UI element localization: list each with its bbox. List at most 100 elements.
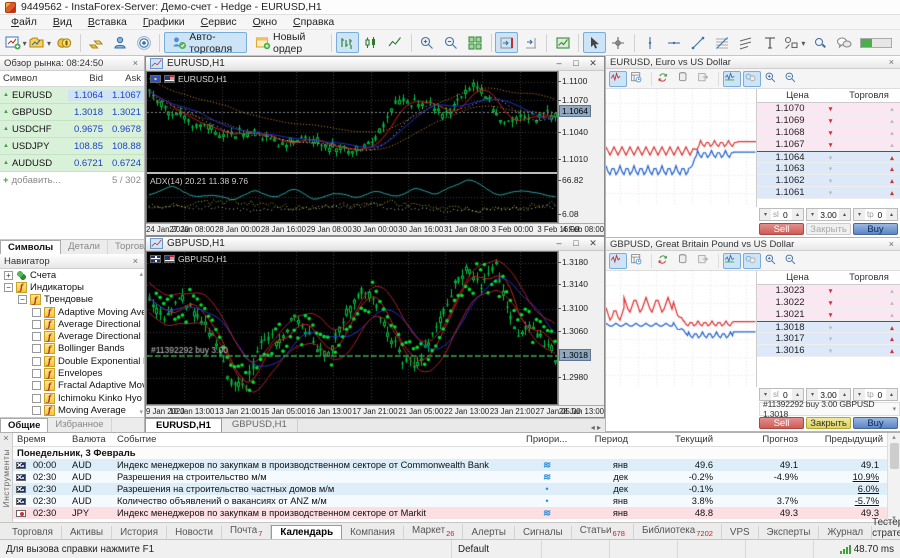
close-icon[interactable]: × xyxy=(131,59,140,68)
zoom-out-button[interactable] xyxy=(440,32,463,53)
close-position-button[interactable]: Закрыть xyxy=(806,223,851,235)
toolbox-tab[interactable]: Торговля xyxy=(4,526,62,539)
sell-chevron-icon[interactable]: ▾ xyxy=(823,299,838,307)
market-watch-row[interactable]: GBPUSD 1.3018 1.3021 xyxy=(0,104,144,121)
menu-item[interactable]: Справка xyxy=(285,16,342,28)
buy-chevron-icon[interactable]: ▴ xyxy=(884,287,900,295)
sell-chevron-icon[interactable]: ▾ xyxy=(823,105,838,113)
tree-item[interactable]: Moving Average xyxy=(0,404,144,416)
calendar-scrollbar[interactable]: ▴ ▾ xyxy=(887,433,900,522)
tree-item[interactable]: Double Exponential Moving Average xyxy=(0,355,144,367)
tree-item-label[interactable]: Ichimoku Kinko Hyo xyxy=(58,393,142,404)
gbpusd-time-axis[interactable]: 9 Jan 202010 Jan 13:0013 Jan 21:0015 Jan… xyxy=(146,405,604,417)
toolbox-tab[interactable]: Календарь xyxy=(271,525,342,539)
ladder-price[interactable]: 1.3023 xyxy=(757,285,823,296)
gbpusd-chart-canvas[interactable]: GBPUSD,H1 xyxy=(146,251,558,405)
payments-button[interactable] xyxy=(84,32,107,53)
depth-mode-button[interactable] xyxy=(676,71,694,87)
refresh-button[interactable] xyxy=(656,71,674,87)
toolbox-tab[interactable]: Журнал xyxy=(819,526,872,539)
tree-item[interactable]: Adaptive Moving Average xyxy=(0,306,144,318)
calendar-event-row[interactable]: 00:00 AUD Индекс менеджеров по закупкам … xyxy=(13,459,887,471)
line-chart-button[interactable] xyxy=(384,32,407,53)
sell-chevron-icon[interactable]: ▾ xyxy=(823,311,838,319)
dom-zoom-in-button[interactable] xyxy=(763,71,781,87)
symbol-cell[interactable]: GBPUSD xyxy=(0,107,68,118)
ladder-price[interactable]: 1.1067 xyxy=(757,139,823,150)
buy-chevron-icon[interactable]: ▴ xyxy=(884,299,900,307)
toolbox-tab[interactable]: Активы xyxy=(62,526,112,539)
toolbox-tab[interactable]: Компания xyxy=(342,526,404,539)
tree-expand-icon[interactable] xyxy=(4,283,13,292)
menu-item[interactable]: Файл xyxy=(3,16,45,28)
column-symbol[interactable]: Символ xyxy=(0,73,68,84)
column-ask[interactable]: Ask xyxy=(106,73,144,84)
cursor-button[interactable] xyxy=(583,32,606,53)
text-label-button[interactable] xyxy=(759,32,782,53)
channels-button[interactable] xyxy=(735,32,758,53)
horizontal-line-button[interactable] xyxy=(663,32,686,53)
tree-item[interactable]: Average Directional Movement Index Wilde… xyxy=(0,330,144,342)
close-icon[interactable]: × xyxy=(131,257,140,266)
sl-stepper[interactable]: ▾sl0▴ xyxy=(759,208,804,221)
templates-button[interactable] xyxy=(551,32,574,53)
column-event[interactable]: Событие xyxy=(113,434,522,445)
profiles-button[interactable] xyxy=(28,32,51,53)
gbpusd-price-axis[interactable]: 1.31801.31401.31001.30601.2980 1.3018 xyxy=(558,251,604,405)
toolbox-tab[interactable]: Библиотека7202 xyxy=(634,524,722,539)
export-button[interactable] xyxy=(696,71,714,87)
fibonacci-button[interactable] xyxy=(711,32,734,53)
buy-chevron-icon[interactable]: ▴ xyxy=(884,141,900,149)
buy-chevron-icon[interactable]: ▴ xyxy=(884,189,900,197)
column-period[interactable]: Период xyxy=(572,434,632,445)
symbol-cell[interactable]: USDCHF xyxy=(0,124,68,135)
event-previous[interactable]: 49.1 xyxy=(857,460,883,470)
tree-item-label[interactable]: Счета xyxy=(30,270,56,281)
tree-expand-icon[interactable] xyxy=(32,320,41,329)
gbpusd-window-titlebar[interactable]: GBPUSD,H1 –□✕ xyxy=(146,237,604,251)
new-order-button[interactable]: Новый ордер xyxy=(248,32,327,53)
tree-expand-icon[interactable] xyxy=(18,295,27,304)
maximize-button[interactable]: □ xyxy=(569,58,583,69)
buy-chevron-icon[interactable]: ▴ xyxy=(884,105,900,113)
ladder-price[interactable]: 1.1070 xyxy=(757,103,823,114)
buy-button[interactable]: Buy xyxy=(853,223,898,235)
zoom-in-button[interactable] xyxy=(416,32,439,53)
ticks-toggle-button[interactable] xyxy=(723,253,741,269)
tree-item-label[interactable]: Moving Average xyxy=(58,405,126,416)
tree-item[interactable]: Bollinger Bands xyxy=(0,343,144,355)
toolbox-tab[interactable]: Новости xyxy=(167,526,222,539)
event-title[interactable]: Разрешения на строительство м/м xyxy=(113,472,522,482)
eurusd-time-axis[interactable]: 24 Jan 202027 Jan 08:0028 Jan 00:0028 Ja… xyxy=(146,223,604,235)
scroll-up-icon[interactable]: ▴ xyxy=(892,433,896,441)
event-title[interactable]: Индекс менеджеров по закупкам в производ… xyxy=(113,460,522,470)
sell-chevron-icon[interactable]: ▾ xyxy=(823,141,838,149)
tree-expand-icon[interactable] xyxy=(32,344,41,353)
add-symbol-label[interactable]: добавить... xyxy=(12,175,61,186)
symbol-cell[interactable]: AUDUSD xyxy=(0,158,68,169)
column-previous[interactable]: Предыдущий xyxy=(802,434,887,445)
market-watch-row[interactable]: USDJPY 108.85 108.88 xyxy=(0,138,144,155)
tree-expand-icon[interactable] xyxy=(32,406,41,415)
buy-chevron-icon[interactable]: ▴ xyxy=(884,154,900,162)
ladder-row[interactable]: 1.3021 ▾ ▴ xyxy=(757,309,900,321)
tree-item-label[interactable]: Fractal Adaptive Moving Average xyxy=(58,380,144,391)
tree-item[interactable]: Индикаторы xyxy=(0,281,144,293)
close-button[interactable]: ✕ xyxy=(586,238,600,249)
buy-chevron-icon[interactable]: ▴ xyxy=(884,177,900,185)
dom-zoom-in-button[interactable] xyxy=(763,253,781,269)
new-chart-button[interactable] xyxy=(4,32,27,53)
toolbox-tab[interactable]: Эксперты xyxy=(759,526,820,539)
ladder-row[interactable]: 1.1062 ▾ ▴ xyxy=(757,175,900,187)
tree-item-label[interactable]: Double Exponential Moving Average xyxy=(58,356,144,367)
stepper-down-icon[interactable]: ▾ xyxy=(760,209,771,220)
tick-chart-button[interactable] xyxy=(609,253,627,269)
scrollbar-thumb[interactable] xyxy=(890,443,899,469)
dom-zoom-out-button[interactable] xyxy=(783,71,801,87)
open-position-selector[interactable]: #11392292 buy 3.00 GBPUSD 1.3018 ▾ xyxy=(759,402,900,416)
ladder-row[interactable]: 1.1070 ▾ ▴ xyxy=(757,103,900,115)
sell-chevron-icon[interactable]: ▾ xyxy=(823,177,838,185)
tree-item[interactable]: Счета xyxy=(0,269,144,281)
ladder-price[interactable]: 1.1063 xyxy=(757,163,823,174)
buy-chevron-icon[interactable]: ▴ xyxy=(884,129,900,137)
